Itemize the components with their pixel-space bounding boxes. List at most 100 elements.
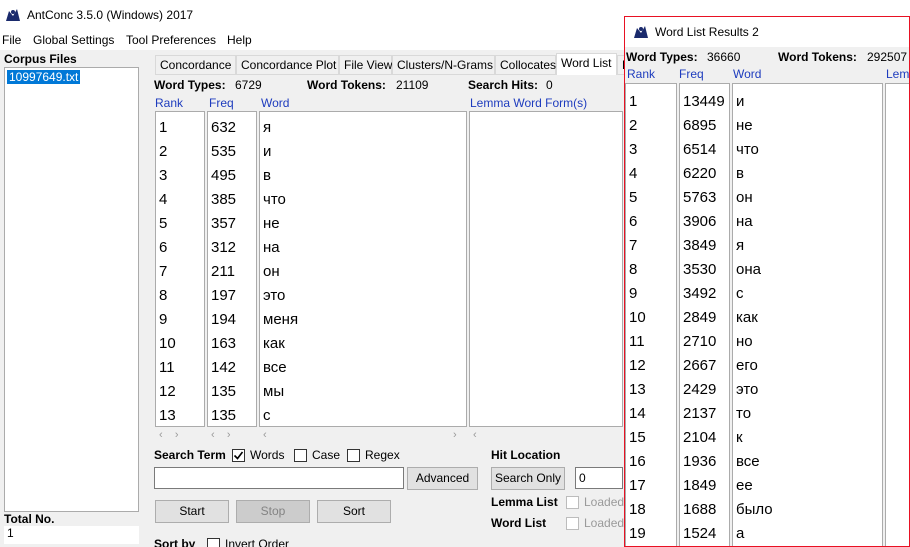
menu-tool-preferences[interactable]: Tool Preferences: [126, 33, 216, 47]
tab-concordance[interactable]: Concordance: [155, 55, 236, 75]
results-rank-cell[interactable]: 7: [629, 234, 637, 258]
results-freq-cell[interactable]: 2849: [683, 306, 716, 330]
wordlist-word-cell[interactable]: что: [263, 188, 286, 212]
wordlist-freq-cell[interactable]: 142: [211, 356, 236, 380]
word-column-box[interactable]: я и в что не на он это меня как все мы с: [259, 111, 467, 427]
results-titlebar[interactable]: Word List Results 2: [625, 17, 909, 47]
wordlist-rank-cell[interactable]: 8: [159, 284, 167, 308]
column-header-freq[interactable]: Freq: [209, 96, 234, 110]
results-rank-cell[interactable]: 16: [629, 450, 646, 474]
wordlist-rank-cell[interactable]: 1: [159, 116, 167, 140]
results-word-cell[interactable]: все: [736, 450, 760, 474]
wordlist-freq-cell[interactable]: 632: [211, 116, 236, 140]
wordlist-rank-cell[interactable]: 4: [159, 188, 167, 212]
results-word-cell[interactable]: она: [736, 258, 761, 282]
stop-button[interactable]: Stop: [236, 500, 310, 523]
scroll-arrows-lemma[interactable]: ‹: [473, 429, 477, 441]
words-checkbox[interactable]: [232, 449, 245, 462]
results-word-cell[interactable]: ее: [736, 474, 753, 498]
results-freq-cell[interactable]: 2667: [683, 354, 716, 378]
freq-column-box[interactable]: 632 535 495 385 357 312 211 197 194 163 142 135 135: [207, 111, 257, 427]
results-rank-cell[interactable]: 3: [629, 138, 637, 162]
results-rank-cell[interactable]: 4: [629, 162, 637, 186]
results-rank-cell[interactable]: 1: [629, 90, 637, 114]
wordlist-freq-cell[interactable]: 197: [211, 284, 236, 308]
sort-button[interactable]: Sort: [317, 500, 391, 523]
results-word-cell[interactable]: в: [736, 162, 744, 186]
results-rank-cell[interactable]: 17: [629, 474, 646, 498]
rank-column-box[interactable]: 1 2 3 4 5 6 7 8 9 10 11 12 13: [155, 111, 205, 427]
wordlist-word-cell[interactable]: на: [263, 236, 280, 260]
results-word-cell[interactable]: было: [736, 498, 773, 522]
results-column-header-word[interactable]: Word: [733, 67, 761, 81]
results-freq-cell[interactable]: 3530: [683, 258, 716, 282]
wordlist-rank-cell[interactable]: 2: [159, 140, 167, 164]
results-word-cell[interactable]: это: [736, 378, 758, 402]
wordlist-freq-cell[interactable]: 211: [211, 260, 235, 284]
search-only-button[interactable]: Search Only: [491, 467, 565, 490]
tab-collocates[interactable]: Collocates: [495, 55, 556, 75]
wordlist-word-cell[interactable]: и: [263, 140, 271, 164]
results-freq-cell[interactable]: 1524: [683, 522, 716, 546]
tab-clusters-ngrams[interactable]: Clusters/N-Grams: [392, 55, 495, 75]
wordlist-rank-cell[interactable]: 13: [159, 404, 176, 426]
wordlist-word-cell[interactable]: это: [263, 284, 285, 308]
results-word-cell[interactable]: и: [736, 90, 744, 114]
menu-help[interactable]: Help: [227, 33, 252, 47]
advanced-button[interactable]: Advanced: [407, 467, 478, 490]
results-word-cell[interactable]: он: [736, 186, 753, 210]
wordlist-word-cell[interactable]: меня: [263, 308, 298, 332]
results-freq-cell[interactable]: 1688: [683, 498, 716, 522]
lemma-column-box[interactable]: [469, 111, 623, 427]
results-freq-cell[interactable]: 6514: [683, 138, 716, 162]
wordlist-freq-cell[interactable]: 312: [211, 236, 236, 260]
tab-word-list[interactable]: Word List: [556, 53, 617, 75]
wordlist-word-cell[interactable]: с: [263, 404, 271, 426]
regex-checkbox[interactable]: [347, 449, 360, 462]
case-checkbox[interactable]: [294, 449, 307, 462]
wordlist-word-cell[interactable]: все: [263, 356, 287, 380]
wordlist-freq-cell[interactable]: 135: [211, 380, 236, 404]
results-freq-cell[interactable]: 1849: [683, 474, 716, 498]
menu-global-settings[interactable]: Global Settings: [33, 33, 114, 47]
results-word-cell[interactable]: а: [736, 522, 744, 546]
wordlist-word-cell[interactable]: не: [263, 212, 280, 236]
results-rank-column-box[interactable]: 1 2 3 4 5 6 7 8 9 10 11 12 13 14 15 16 17 18 19: [625, 83, 677, 546]
wordlist-rank-cell[interactable]: 7: [159, 260, 167, 284]
results-word-cell[interactable]: но: [736, 330, 753, 354]
menu-file[interactable]: File: [2, 33, 21, 47]
wordlist-rank-cell[interactable]: 12: [159, 380, 176, 404]
wordlist-rank-cell[interactable]: 11: [159, 356, 175, 380]
search-term-input[interactable]: [154, 467, 404, 489]
wordlist-rank-cell[interactable]: 6: [159, 236, 167, 260]
results-rank-cell[interactable]: 6: [629, 210, 637, 234]
results-freq-cell[interactable]: 3849: [683, 234, 716, 258]
results-freq-column-box[interactable]: 13449 6895 6514 6220 5763 3906 3849 3530 3492 284…: [679, 83, 730, 546]
results-word-cell[interactable]: на: [736, 210, 753, 234]
column-header-lemma[interactable]: Lemma Word Form(s): [470, 96, 587, 110]
results-freq-cell[interactable]: 6895: [683, 114, 716, 138]
results-rank-cell[interactable]: 14: [629, 402, 646, 426]
results-rank-cell[interactable]: 15: [629, 426, 646, 450]
results-freq-cell[interactable]: 13449: [683, 90, 725, 114]
wordlist-freq-cell[interactable]: 385: [211, 188, 236, 212]
tab-concordance-plot[interactable]: Concordance Plot: [236, 55, 339, 75]
column-header-word[interactable]: Word: [261, 96, 289, 110]
results-freq-cell[interactable]: 1936: [683, 450, 716, 474]
wordlist-freq-cell[interactable]: 535: [211, 140, 236, 164]
results-word-cell[interactable]: его: [736, 354, 758, 378]
scroll-arrows-word[interactable]: ‹ ›: [263, 429, 463, 441]
word-list-checkbox[interactable]: [566, 517, 579, 530]
wordlist-word-cell[interactable]: он: [263, 260, 280, 284]
hit-location-input[interactable]: 0: [575, 467, 623, 489]
column-header-rank[interactable]: Rank: [155, 96, 183, 110]
results-column-header-freq[interactable]: Freq: [679, 67, 704, 81]
wordlist-rank-cell[interactable]: 9: [159, 308, 167, 332]
results-word-cell[interactable]: я: [736, 234, 744, 258]
wordlist-rank-cell[interactable]: 3: [159, 164, 167, 188]
results-rank-cell[interactable]: 18: [629, 498, 646, 522]
wordlist-freq-cell[interactable]: 135: [211, 404, 236, 426]
results-rank-cell[interactable]: 9: [629, 282, 637, 306]
wordlist-freq-cell[interactable]: 495: [211, 164, 236, 188]
wordlist-rank-cell[interactable]: 5: [159, 212, 167, 236]
